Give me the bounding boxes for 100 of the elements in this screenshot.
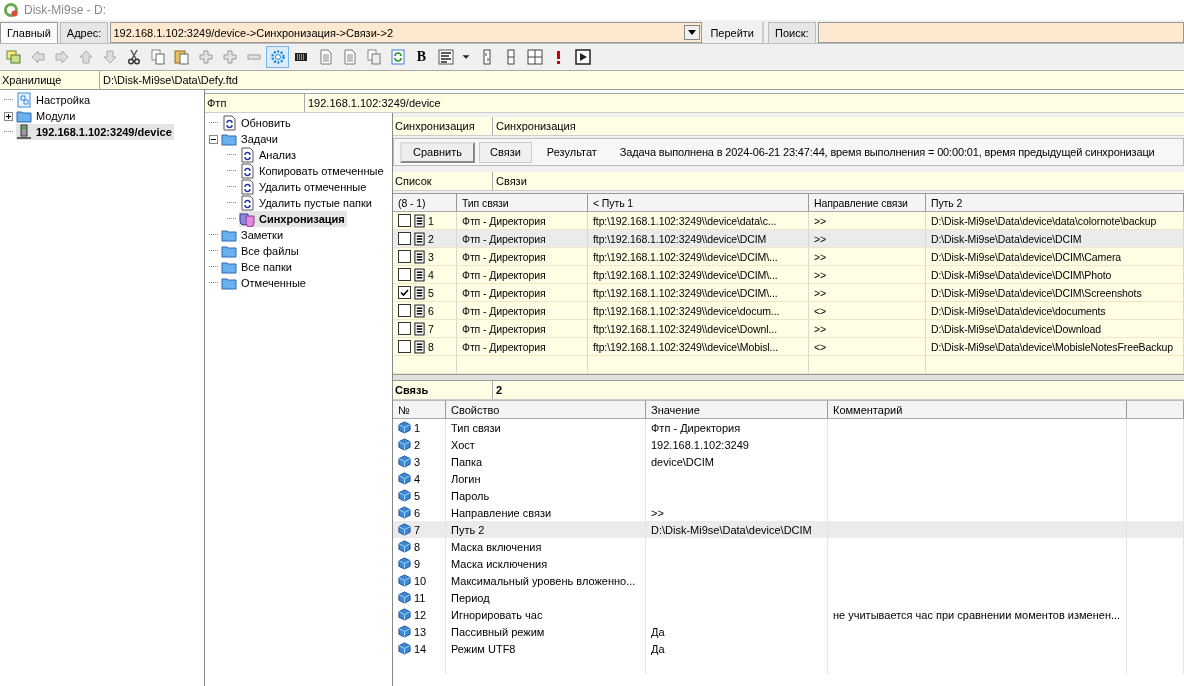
checkbox[interactable] bbox=[398, 304, 411, 317]
table-row[interactable]: 5 Пароль bbox=[393, 487, 1184, 504]
table-row[interactable]: 7 Фтп - Директория ftp:\192.168.1.102:3249\\device\Downl... >> D:\Disk-Mi9se\Data\device\Download bbox=[393, 320, 1184, 338]
table-row[interactable]: 13 Пассивный режим Да bbox=[393, 623, 1184, 640]
column-header[interactable]: Свойство bbox=[446, 401, 646, 418]
column-header[interactable]: Комментарий bbox=[828, 401, 1127, 418]
row-number: 5 bbox=[414, 489, 421, 502]
tree-expander[interactable] bbox=[209, 134, 218, 144]
table-cell: Фтп - Директория bbox=[457, 302, 588, 319]
settings-icon bbox=[269, 49, 286, 65]
table-cell: Папка bbox=[446, 453, 646, 470]
folder-icon bbox=[221, 259, 237, 275]
table-cell: <> bbox=[809, 338, 926, 355]
table-row[interactable]: 10 Максимальный уровень вложенно... bbox=[393, 572, 1184, 589]
tree-item[interactable]: Задачи bbox=[221, 131, 280, 147]
table-row[interactable]: 9 Маска исключения bbox=[393, 555, 1184, 572]
cube-icon bbox=[398, 506, 411, 519]
row-number: 13 bbox=[414, 625, 427, 638]
table-row[interactable]: 12 Игнорировать час не учитывается час при сравнении моментов изменен... bbox=[393, 606, 1184, 623]
table-row[interactable]: 2 Фтп - Директория ftp:\192.168.1.102:3249\\device\DCIM >> D:\Disk-Mi9se\Data\device\DCIM bbox=[393, 230, 1184, 248]
tree-expander[interactable] bbox=[4, 111, 13, 121]
row-number: 6 bbox=[428, 304, 434, 317]
document-icon bbox=[414, 249, 425, 264]
list-label: Список bbox=[393, 172, 493, 190]
row-number: 14 bbox=[414, 642, 427, 655]
document-icon bbox=[414, 231, 425, 246]
checkbox[interactable] bbox=[398, 286, 411, 299]
table-row[interactable]: 11 Период bbox=[393, 589, 1184, 606]
row-number: 5 bbox=[428, 286, 434, 299]
up-arrow-icon bbox=[77, 49, 94, 65]
tree-item[interactable]: Удалить отмеченные bbox=[239, 179, 369, 195]
tree-item[interactable]: Настройка bbox=[16, 92, 93, 108]
row-number: 8 bbox=[428, 340, 434, 353]
table-row[interactable]: 8 Маска включения bbox=[393, 538, 1184, 555]
table-row[interactable]: 6 Фтп - Директория ftp:\192.168.1.102:3249\\device\docum... <> D:\Disk-Mi9se\Data\device\documents bbox=[393, 302, 1184, 320]
table-cell: Да bbox=[651, 642, 665, 655]
column-header[interactable]: Значение bbox=[646, 401, 828, 418]
plus-icon bbox=[221, 49, 238, 65]
scissors-icon bbox=[125, 49, 142, 65]
tree-item[interactable]: Обновить bbox=[221, 115, 293, 131]
table-cell: >> bbox=[809, 284, 926, 301]
column-header[interactable]: Направление связи bbox=[809, 194, 926, 211]
tree-item[interactable]: Все файлы bbox=[221, 243, 301, 259]
tree-item[interactable]: Отмеченные bbox=[221, 275, 308, 291]
search-field[interactable] bbox=[817, 22, 1184, 43]
column-header[interactable]: № bbox=[393, 401, 446, 418]
tree-item[interactable]: Копировать отмеченные bbox=[239, 163, 386, 179]
table-row[interactable]: 3 Фтп - Директория ftp:\192.168.1.102:3249\\device\DCIM\... >> D:\Disk-Mi9se\Data\device\DCIM\Camera bbox=[393, 248, 1184, 266]
table-row[interactable]: 3 Папка device\DCIM bbox=[393, 453, 1184, 470]
checkbox[interactable] bbox=[398, 232, 411, 245]
table-cell: не учитывается час при сравнении моментов изменен... bbox=[833, 608, 1121, 621]
checkbox[interactable] bbox=[398, 340, 411, 353]
main-tab[interactable]: Главный bbox=[0, 22, 58, 43]
table-cell: Хост bbox=[446, 436, 646, 453]
table-cell: >> bbox=[809, 230, 926, 247]
tree-item[interactable]: Модули bbox=[16, 108, 78, 124]
text-lines-icon bbox=[437, 49, 454, 65]
table-row[interactable]: 4 Логин bbox=[393, 470, 1184, 487]
refresh-icon bbox=[389, 49, 406, 65]
table-row[interactable]: 8 Фтп - Директория ftp:\192.168.1.102:3249\\device\Mobisl... <> D:\Disk-Mi9se\Data\device\MobisleNotesFreeBackup bbox=[393, 338, 1184, 356]
tree-item[interactable]: Удалить пустые папки bbox=[239, 195, 374, 211]
tree-item[interactable]: Анализ bbox=[239, 147, 299, 163]
table-cell: ftp:\192.168.1.102:3249\\device\DCIM\... bbox=[588, 284, 809, 301]
table-cell: ftp:\192.168.1.102:3249\\device\DCIM\... bbox=[588, 266, 809, 283]
bold-button[interactable]: B bbox=[410, 46, 433, 68]
checkbox[interactable] bbox=[398, 214, 411, 227]
view-tab[interactable]: Связи bbox=[479, 141, 532, 163]
task-label: Синхронизация bbox=[393, 117, 493, 135]
checkbox[interactable] bbox=[398, 250, 411, 263]
address-field[interactable]: 192.168.1.102:3249/device->Синхронизация->Связи->2 bbox=[110, 22, 703, 43]
table-row[interactable]: 5 Фтп - Директория ftp:\192.168.1.102:3249\\device\DCIM\... >> D:\Disk-Mi9se\Data\device\DCIM\Screenshots bbox=[393, 284, 1184, 302]
checkbox[interactable] bbox=[398, 268, 411, 281]
checkbox[interactable] bbox=[398, 322, 411, 335]
column-header[interactable]: Тип связи bbox=[457, 194, 588, 211]
table-row[interactable]: 4 Фтп - Директория ftp:\192.168.1.102:3249\\device\DCIM\... >> D:\Disk-Mi9se\Data\device\DCIM\Photo bbox=[393, 266, 1184, 284]
column-header[interactable]: < Путь 1 bbox=[588, 194, 809, 211]
tree-item[interactable]: 192.168.1.102:3249/device bbox=[16, 124, 174, 140]
storage-path: D:\Disk-Mi9se\Data\Defy.ftd bbox=[102, 73, 238, 88]
document-icon bbox=[317, 49, 334, 65]
row-number: 8 bbox=[414, 540, 421, 553]
table-row[interactable]: 14 Режим UTF8 Да bbox=[393, 640, 1184, 657]
table-cell: D:\Disk-Mi9se\Data\device\DCIM\Screenshots bbox=[926, 284, 1184, 301]
table-cell: D:\Disk-Mi9se\Data\device\documents bbox=[926, 302, 1184, 319]
table-cell: ftp:\192.168.1.102:3249\\device\Mobisl... bbox=[588, 338, 809, 355]
column-header[interactable]: Путь 2 bbox=[926, 194, 1184, 211]
compare-button[interactable]: Сравнить bbox=[400, 141, 475, 163]
table-cell: ftp:\192.168.1.102:3249\\device\DCIM bbox=[588, 230, 809, 247]
table-row[interactable]: 2 Хост 192.168.1.102:3249 bbox=[393, 436, 1184, 453]
tree-item[interactable]: Синхронизация bbox=[239, 211, 347, 227]
table-cell: 192.168.1.102:3249 bbox=[651, 438, 749, 451]
tree-item[interactable]: Все папки bbox=[221, 259, 294, 275]
table-cell: Пароль bbox=[446, 487, 646, 504]
splitter[interactable] bbox=[393, 374, 1184, 381]
table-row[interactable]: 7 Путь 2 D:\Disk-Mi9se\Data\device\DCIM bbox=[393, 521, 1184, 538]
table-row[interactable]: 1 Тип связи Фтп - Директория bbox=[393, 419, 1184, 436]
cube-icon bbox=[398, 591, 411, 604]
column-header[interactable]: (8 - 1) bbox=[393, 194, 457, 211]
view-tab[interactable]: Результат bbox=[535, 141, 608, 163]
tree-item[interactable]: Заметки bbox=[221, 227, 286, 243]
table-cell: >> bbox=[809, 320, 926, 337]
